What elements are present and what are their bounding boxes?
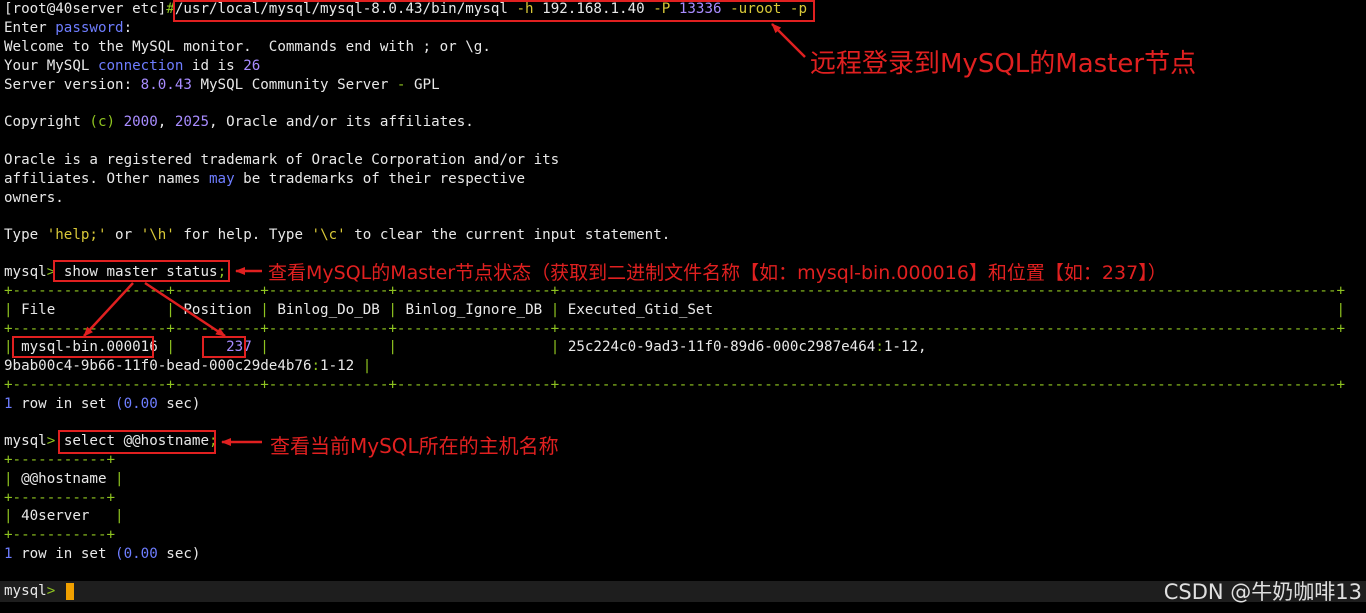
row-count-line: 1 row in set (0.00 sec) [4, 396, 201, 412]
highlight-box-file [12, 336, 154, 358]
table-header-row: | File | Position | Binlog_Do_DB | Binlo… [4, 302, 1346, 318]
col-hostname: @@hostname [12, 471, 116, 487]
col-file: File [12, 302, 167, 318]
oracle-notice-line-3: owners. [4, 190, 64, 206]
highlight-box-position [202, 336, 246, 358]
highlight-box-show-master [53, 260, 230, 282]
col-position: Position [174, 302, 261, 318]
terminal-cursor [65, 582, 74, 600]
server-version-line: Server version: 8.0.43 MySQL Community S… [4, 77, 440, 93]
hostname-row: | 40server | [4, 508, 124, 524]
help-line: Type 'help;' or '\h' for help. Type '\c'… [4, 227, 671, 243]
welcome-line: Welcome to the MySQL monitor. Commands e… [4, 39, 491, 55]
table-row-continuation: 9bab00c4-9b66-11f0-bead-000c29de4b76:1-1… [4, 358, 372, 374]
col-executed-gtid-set: Executed_Gtid_Set [559, 302, 1337, 318]
gtid-uuid-1: 25c224c0-9ad3-11f0-89d6-000c2987e464 [567, 339, 876, 355]
table-border: +-----------+ [4, 490, 116, 506]
row-count-line: 1 row in set (0.00 sec) [4, 546, 201, 562]
highlight-box-login-command [173, 0, 815, 22]
oracle-notice-line-1: Oracle is a registered trademark of Orac… [4, 152, 560, 168]
table-border: +-----------+ [4, 527, 116, 543]
enter-password-line: Enter password: [4, 20, 133, 36]
mysql-prompt: mysql [4, 433, 47, 449]
gtid-uuid-2: 9bab00c4-9b66-11f0-bead-000c29de4b76 [4, 358, 312, 374]
terminal-output[interactable]: [root@40server etc]#/usr/local/mysql/mys… [4, 0, 1366, 613]
terminal-input-line[interactable]: mysql> [0, 581, 1366, 602]
table-border: +------------------+----------+---------… [4, 377, 1346, 393]
hostname-value: 40server [12, 508, 116, 524]
col-binlog-ignore-db: Binlog_Ignore_DB [396, 302, 551, 318]
connection-id-value: 26 [243, 58, 261, 74]
connection-id-line: Your MySQL connection id is 26 [4, 58, 261, 74]
col-binlog-do-db: Binlog_Do_DB [268, 302, 389, 318]
copyright-line: Copyright (c) 2000, 2025, Oracle and/or … [4, 114, 474, 130]
input-prompt: mysql> [4, 582, 74, 601]
annotation-hostname: 查看当前MySQL所在的主机名称 [270, 434, 559, 458]
server-version-number: 8.0.43 [140, 77, 192, 93]
annotation-master-status: 查看MySQL的Master节点状态（获取到二进制文件名称【如：mysql-bi… [268, 262, 1167, 284]
annotation-remote-login: 远程登录到MySQL的Master节点 [810, 49, 1197, 79]
mysql-prompt: mysql [4, 264, 47, 280]
hostname-header-row: | @@hostname | [4, 471, 124, 487]
shell-prompt: [root@40server etc] [4, 1, 167, 17]
csdn-watermark: CSDN @牛奶咖啡13 [1163, 580, 1362, 604]
highlight-box-select-hostname [58, 430, 216, 454]
oracle-notice-line-2: affiliates. Other names may be trademark… [4, 171, 526, 187]
